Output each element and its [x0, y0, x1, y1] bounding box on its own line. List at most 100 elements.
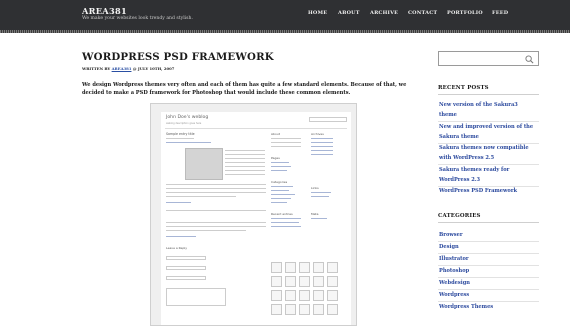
preview-text-line — [311, 146, 333, 147]
preview-text-line — [271, 166, 291, 167]
preview-blog-title: John Doe's weblog — [166, 115, 209, 120]
site-logo[interactable]: AREA381 — [82, 6, 127, 16]
preview-text-line — [225, 166, 265, 167]
preview-text-line — [166, 142, 211, 143]
preview-reply-title: Leave a Reply — [166, 246, 187, 250]
preview-text-line — [271, 186, 293, 187]
preview-text-line — [166, 192, 266, 193]
recent-post-link[interactable]: WordPress 2.3 — [439, 175, 480, 185]
preview-placeholder-box — [285, 304, 296, 315]
category-link[interactable]: Webdesign — [439, 278, 470, 288]
preview-text-line — [271, 226, 301, 227]
preview-recent: Recent entries — [271, 212, 293, 216]
preview-placeholder-box — [313, 304, 324, 315]
preview-post-title: Sample entry title — [166, 132, 195, 136]
preview-placeholder-box — [299, 304, 310, 315]
recent-post-link[interactable]: with WordPress 2.5 — [439, 153, 494, 163]
preview-text-line — [166, 210, 266, 211]
preview-text-line — [271, 138, 301, 139]
preview-text-line — [271, 202, 287, 203]
post-date: @ JULY 10TH, 2007 — [132, 66, 175, 71]
psd-framework-preview-image: John Doe's weblog weblog description goe… — [150, 103, 357, 326]
categories-heading: CATEGORIES — [438, 213, 481, 219]
preview-text-line — [271, 146, 301, 147]
nav-feed[interactable]: FEED — [492, 10, 508, 16]
preview-placeholder-box — [285, 290, 296, 301]
preview-text-line — [225, 174, 265, 175]
preview-text-line — [271, 190, 289, 191]
post-title[interactable]: WORDPRESS PSD FRAMEWORK — [82, 51, 274, 63]
categories-rule — [438, 222, 539, 223]
site-tagline: We make your websites look trendy and st… — [82, 16, 193, 21]
preview-text-line — [311, 218, 327, 219]
category-link[interactable]: Design — [439, 242, 459, 252]
preview-placeholder-box — [313, 290, 324, 301]
preview-about: About — [271, 132, 280, 136]
preview-blog-desc: weblog description goes here — [166, 122, 202, 125]
preview-text-line — [225, 170, 265, 171]
category-link[interactable]: Wordpress — [439, 290, 469, 300]
header-stripe — [0, 30, 570, 33]
preview-text-line — [311, 142, 333, 143]
preview-meta: Meta — [311, 212, 319, 216]
preview-placeholder-box — [327, 304, 338, 315]
preview-divider — [165, 128, 347, 129]
recent-post-link[interactable]: theme — [439, 110, 457, 120]
nav-home[interactable]: HOME — [308, 10, 327, 16]
author-link[interactable]: AREA381 — [112, 66, 132, 71]
preview-placeholder-box — [299, 290, 310, 301]
recent-post-link[interactable]: New version of the Sakura3 — [439, 100, 518, 110]
category-link[interactable]: Illustrator — [439, 254, 469, 264]
recent-post-link[interactable]: Sakura themes now compatible — [439, 143, 529, 153]
preview-text-line — [271, 218, 301, 219]
recent-posts-rule — [438, 94, 539, 95]
preview-text-line — [271, 194, 295, 195]
preview-text-line — [311, 196, 329, 197]
nav-archive[interactable]: ARCHIVE — [370, 10, 398, 16]
preview-text-line — [311, 192, 331, 193]
byline-prefix: WRITTEN BY — [82, 66, 111, 71]
recent-post-link[interactable]: Sakura themes ready for — [439, 165, 509, 175]
category-link[interactable]: Browser — [439, 230, 463, 240]
recent-post-link[interactable]: Sakura theme — [439, 132, 479, 142]
preview-input — [166, 276, 206, 280]
preview-placeholder-box — [285, 276, 296, 287]
preview-text-line — [311, 138, 333, 139]
recent-post-link[interactable]: WordPress PSD Framework — [439, 186, 517, 196]
preview-placeholder-box — [313, 262, 324, 273]
preview-text-line — [225, 158, 265, 159]
preview-search-field — [309, 117, 347, 122]
nav-contact[interactable]: CONTACT — [408, 10, 437, 16]
preview-input — [166, 266, 206, 270]
search-input[interactable] — [438, 51, 539, 66]
preview-text-line — [166, 222, 266, 223]
main-nav: HOME ABOUT ARCHIVE CONTACT PORTFOLIO FEE… — [270, 10, 570, 20]
preview-text-line — [166, 230, 246, 231]
preview-archives: Archives — [311, 132, 324, 136]
preview-categories: Categories — [271, 180, 288, 184]
preview-placeholder-box — [271, 262, 282, 273]
preview-placeholder-box — [299, 262, 310, 273]
preview-post-image — [185, 148, 223, 180]
category-link[interactable]: Photoshop — [439, 266, 469, 276]
site-header: AREA381 We make your websites look trend… — [0, 0, 570, 30]
search-icon[interactable] — [525, 55, 534, 64]
preview-text-line — [311, 150, 333, 151]
nav-portfolio[interactable]: PORTFOLIO — [447, 10, 483, 16]
preview-textarea — [166, 288, 226, 306]
preview-placeholder-box — [327, 276, 338, 287]
preview-placeholder-box — [299, 276, 310, 287]
preview-page: John Doe's weblog weblog description goe… — [161, 112, 351, 325]
preview-text-line — [225, 162, 265, 163]
preview-text-line — [311, 154, 333, 155]
preview-text-line — [166, 236, 196, 237]
preview-placeholder-box — [271, 290, 282, 301]
preview-text-line — [166, 202, 191, 203]
category-link[interactable]: Wordpress Themes — [439, 302, 493, 312]
preview-links: Links — [311, 186, 319, 190]
preview-text-line — [225, 150, 265, 151]
preview-text-line — [225, 154, 265, 155]
recent-post-link[interactable]: New and improved version of the — [439, 122, 533, 132]
post-intro: We design Wordpress themes very often an… — [82, 82, 407, 96]
nav-about[interactable]: ABOUT — [338, 10, 360, 16]
